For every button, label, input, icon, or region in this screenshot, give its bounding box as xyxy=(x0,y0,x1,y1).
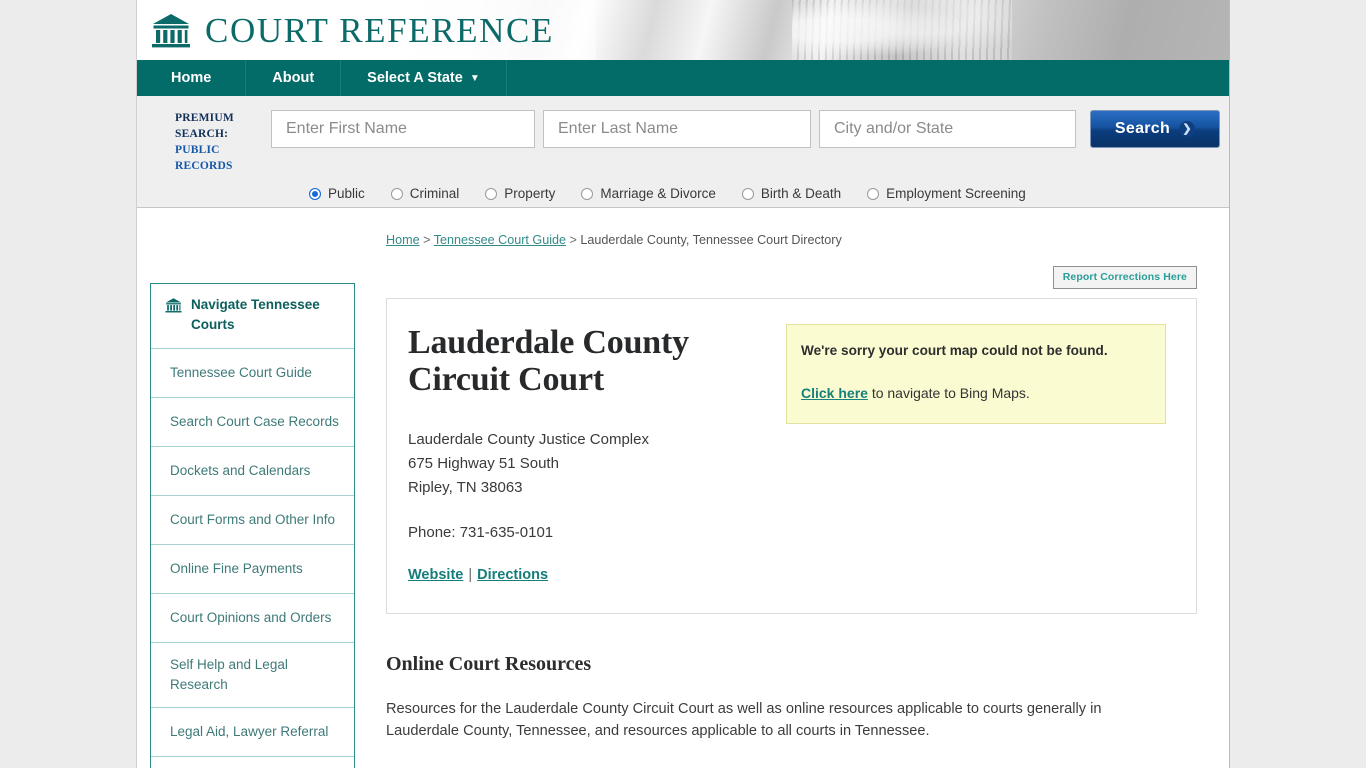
nav-item-select-a-state-label: Select A State xyxy=(367,70,463,86)
search-button[interactable]: Search ❯ xyxy=(1090,110,1220,148)
online-court-resources-heading: Online Court Resources xyxy=(386,653,592,675)
page-container: COURT REFERENCE Home About Select A Stat… xyxy=(136,0,1230,768)
sidebar-item-label: Tennessee Court Guide xyxy=(170,365,312,380)
court-facility: Lauderdale County Justice Complex xyxy=(408,431,649,448)
sidebar-item-court-opinions-and-orders[interactable]: Court Opinions and Orders xyxy=(151,594,354,643)
premium-search-label-line2: PUBLIC RECORDS xyxy=(175,144,233,172)
sidebar-item-dockets-and-calendars[interactable]: Dockets and Calendars xyxy=(151,447,354,496)
court-detail-left: Lauderdale County Circuit Court Lauderda… xyxy=(408,324,760,583)
breadcrumb-separator: > xyxy=(419,233,434,247)
sidebar-item-label: Legal Aid, Lawyer Referral xyxy=(170,724,329,739)
radio-property[interactable]: Property xyxy=(485,186,555,201)
map-notice-action-text: to navigate to Bing Maps. xyxy=(867,385,1030,401)
radio-public[interactable]: Public xyxy=(309,186,365,201)
court-city-state-zip: Ripley, TN 38063 xyxy=(408,479,523,496)
radio-marriage-divorce-label: Marriage & Divorce xyxy=(600,186,716,201)
breadcrumb-link-home[interactable]: Home xyxy=(386,233,420,247)
directions-link[interactable]: Directions xyxy=(477,567,548,583)
nav-item-about[interactable]: About xyxy=(246,60,342,96)
chevron-down-icon: ▼ xyxy=(469,72,480,84)
sidebar-item-label: Search Court Case Records xyxy=(170,414,339,429)
sidebar: Navigate Tennessee Courts Tennessee Cour… xyxy=(150,283,355,768)
nav-item-home[interactable]: Home xyxy=(137,60,247,96)
corrections-row: Report Corrections Here xyxy=(386,266,1197,289)
radio-birth-death-dot xyxy=(741,187,754,200)
sidebar-item-label: Dockets and Calendars xyxy=(170,463,311,478)
chevron-right-icon: ❯ xyxy=(1179,121,1196,137)
breadcrumb-current: Lauderdale County, Tennessee Court Direc… xyxy=(580,233,842,247)
court-phone: Phone: 731-635-0101 xyxy=(408,524,554,541)
sidebar-item-label: Online Fine Payments xyxy=(170,561,303,576)
sidebar-item-self-help-and-legal-research[interactable]: Self Help and Legal Research xyxy=(151,643,354,708)
radio-birth-death-label: Birth & Death xyxy=(760,186,842,201)
sidebar-heading[interactable]: Navigate Tennessee Courts xyxy=(151,284,354,349)
premium-search-label: PREMIUM SEARCH: PUBLIC RECORDS xyxy=(137,110,271,174)
court-street: 675 Highway 51 South xyxy=(408,455,559,472)
site-logo[interactable]: COURT REFERENCE xyxy=(151,11,554,51)
search-category-radios: Public Criminal Property Marriage & Divo… xyxy=(137,186,1229,201)
sidebar-item-tennessee-court-guide[interactable]: Tennessee Court Guide xyxy=(151,349,354,398)
radio-public-dot xyxy=(309,187,321,200)
radio-criminal-label: Criminal xyxy=(409,186,460,201)
sidebar-item-label: Self Help and Legal Research xyxy=(170,657,288,692)
radio-criminal[interactable]: Criminal xyxy=(390,186,460,201)
radio-criminal-dot xyxy=(390,187,403,200)
nav-item-about-label: About xyxy=(272,70,315,86)
search-button-label: Search xyxy=(1114,120,1171,137)
page-title: Lauderdale County Circuit Court xyxy=(408,324,689,398)
sidebar-item-find-court-records-by[interactable]: Find Court Records by xyxy=(151,757,354,768)
radio-property-dot xyxy=(485,187,498,200)
last-name-input[interactable] xyxy=(543,110,811,148)
radio-marriage-divorce-dot xyxy=(581,187,594,200)
court-address-block: Lauderdale County Justice Complex 675 Hi… xyxy=(408,428,760,545)
report-corrections-button[interactable]: Report Corrections Here xyxy=(1052,266,1197,289)
nav-item-select-a-state[interactable]: Select A State ▼ xyxy=(341,60,507,96)
sidebar-item-legal-aid-lawyer-referral[interactable]: Legal Aid, Lawyer Referral xyxy=(151,708,354,757)
radio-employment-screening-dot xyxy=(867,187,880,200)
radio-property-label: Property xyxy=(504,186,556,201)
sidebar-item-online-fine-payments[interactable]: Online Fine Payments xyxy=(151,545,354,594)
city-state-input[interactable] xyxy=(819,110,1076,148)
premium-search-label-line1: PREMIUM SEARCH: xyxy=(175,112,234,140)
site-masthead: COURT REFERENCE xyxy=(137,0,1229,60)
page-body: Navigate Tennessee Courts Tennessee Cour… xyxy=(137,208,1229,768)
radio-birth-death[interactable]: Birth & Death xyxy=(741,186,842,201)
courthouse-icon xyxy=(165,298,182,313)
site-title: COURT REFERENCE xyxy=(205,11,554,50)
sidebar-item-court-forms-and-other-info[interactable]: Court Forms and Other Info xyxy=(151,496,354,545)
sidebar-item-search-court-case-records[interactable]: Search Court Case Records xyxy=(151,398,354,447)
nav-item-home-label: Home xyxy=(171,70,212,86)
premium-search-panel: PREMIUM SEARCH: PUBLIC RECORDS Search ❯ … xyxy=(137,96,1229,208)
map-not-found-notice: We're sorry your court map could not be … xyxy=(786,324,1166,424)
bing-maps-link[interactable]: Click here xyxy=(801,385,868,401)
breadcrumb-separator: > xyxy=(566,233,581,247)
radio-public-label: Public xyxy=(328,186,365,201)
main-navigation: Home About Select A State ▼ xyxy=(137,60,1229,96)
sidebar-nav-box: Navigate Tennessee Courts Tennessee Cour… xyxy=(150,283,355,768)
link-separator: | xyxy=(468,567,473,583)
breadcrumb-link-tennessee-court-guide[interactable]: Tennessee Court Guide xyxy=(434,233,566,247)
court-links: Website | Directions xyxy=(408,567,760,583)
radio-employment-screening-label: Employment Screening xyxy=(886,186,1026,201)
court-detail-card: Lauderdale County Circuit Court Lauderda… xyxy=(386,298,1197,614)
sidebar-heading-label: Navigate Tennessee Courts xyxy=(191,297,320,332)
main-content: Home > Tennessee Court Guide > Lauderdal… xyxy=(386,232,1197,768)
first-name-input[interactable] xyxy=(271,110,535,148)
radio-marriage-divorce[interactable]: Marriage & Divorce xyxy=(581,186,716,201)
sidebar-item-label: Court Forms and Other Info xyxy=(170,512,336,527)
map-notice-action: Click here to navigate to Bing Maps. xyxy=(801,384,1147,403)
courthouse-icon xyxy=(152,14,190,48)
sidebar-item-label: Court Opinions and Orders xyxy=(170,610,332,625)
radio-employment-screening[interactable]: Employment Screening xyxy=(867,186,1026,201)
breadcrumb: Home > Tennessee Court Guide > Lauderdal… xyxy=(386,232,1197,248)
website-link[interactable]: Website xyxy=(408,567,463,583)
map-notice-message: We're sorry your court map could not be … xyxy=(801,343,1108,358)
online-court-resources-body: Resources for the Lauderdale County Circ… xyxy=(386,701,1102,739)
